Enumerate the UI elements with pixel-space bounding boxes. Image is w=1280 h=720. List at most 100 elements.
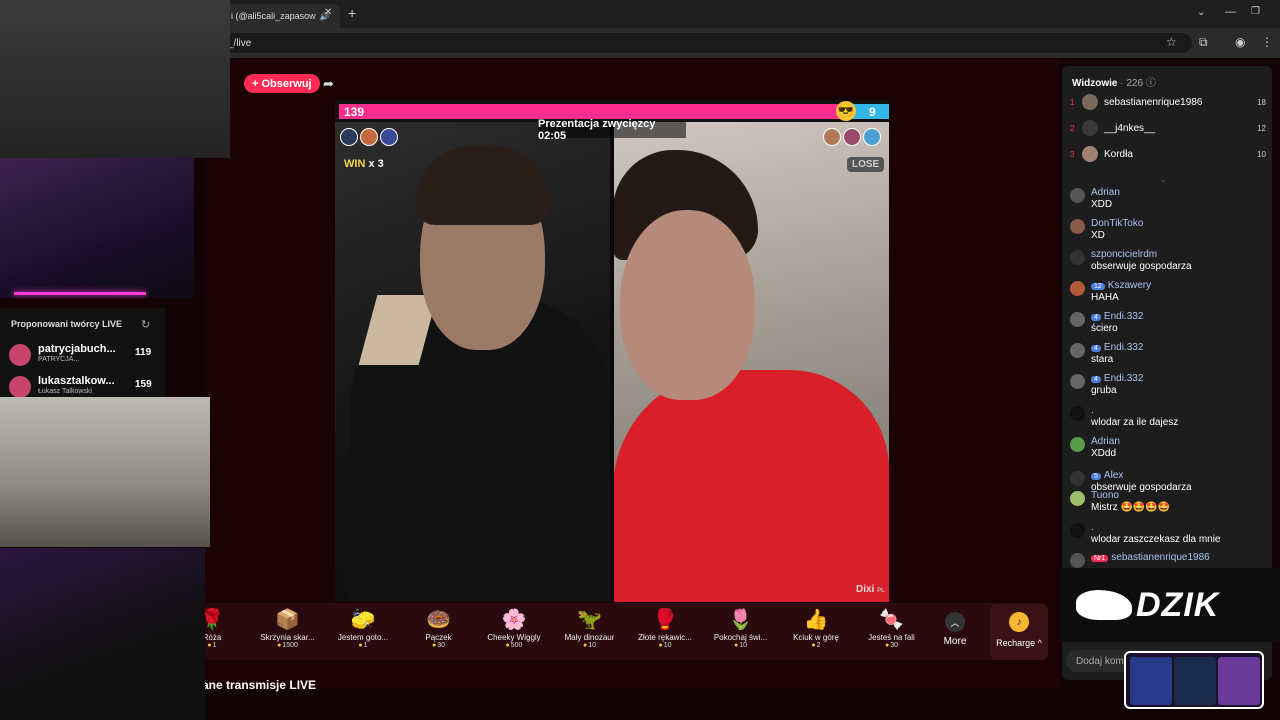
recharge-button[interactable]: ♪ Recharge ^ [990, 604, 1048, 660]
level-badge: 4 [1091, 314, 1101, 321]
follow-button[interactable]: + Obserwuj [244, 74, 320, 93]
gift-item[interactable]: 🍩 Pączek30 [402, 607, 476, 659]
chat-avatar [1070, 406, 1085, 421]
profile-icon[interactable]: ◉ [1235, 35, 1245, 49]
url-field[interactable]: _/live [222, 33, 1192, 53]
viewer-row[interactable]: 3 Kordła 10 [1070, 144, 1266, 164]
gift-icon: 🥊 [652, 609, 678, 631]
minimize-icon[interactable]: — [1225, 6, 1236, 18]
browser-tab[interactable]: i (@ali5cali_zapasow 🔊 [225, 4, 340, 28]
creator-subtitle: PATRYCJA... [38, 356, 80, 363]
game-card [1130, 657, 1172, 705]
score-left: 139 [344, 105, 365, 119]
suggested-creator[interactable]: patrycjabuch... PATRYCJA... 119 [9, 342, 154, 368]
supporter-avatar[interactable] [823, 128, 841, 146]
chat-message[interactable]: Tuono Mistrz 🤩🤩🤩🤩 [1070, 490, 1266, 518]
viewers-count: · 226 [1120, 78, 1144, 89]
gift-name: Skrzynia skar... [260, 633, 315, 642]
supporter-avatar[interactable] [360, 128, 378, 146]
chat-message[interactable]: . wlodar za ile dajesz [1070, 405, 1266, 433]
supporter-avatar[interactable] [863, 128, 881, 146]
gift-icon: 🍩 [426, 609, 451, 631]
gift-item[interactable]: 🌸 Cheeky Wiggly500 [477, 607, 551, 659]
chat-message[interactable]: 4 Endi.332 ściero [1070, 311, 1266, 339]
chat-text: gruba [1091, 385, 1117, 396]
gift-item[interactable]: 👍 Kciuk w górę2 [779, 607, 853, 659]
chat-message[interactable]: 12 Kszawery HAHA [1070, 280, 1266, 308]
gift-item[interactable]: 🧽 Jestem goto...1 [326, 607, 400, 659]
level-badge: 4 [1091, 376, 1101, 383]
viewer-avatar [1082, 120, 1098, 136]
viewer-row[interactable]: 1 sebastianenrique1986 18 [1070, 92, 1266, 112]
neon-light [14, 292, 146, 295]
chat-message[interactable]: DonTikToko XD [1070, 218, 1266, 246]
gift-item[interactable]: 🥊 Złote rękawic...10 [628, 607, 702, 659]
share-icon[interactable]: ➦ [323, 76, 334, 92]
score-bar-host [339, 104, 845, 119]
chat-username: 4 Endi.332 [1091, 342, 1143, 353]
chat-message[interactable]: . wlodar zaszczekasz dla mnie [1070, 522, 1266, 550]
tab-close-icon[interactable]: ✕ [324, 7, 332, 18]
viewer-row[interactable]: 2 __j4nkes__ 12 [1070, 118, 1266, 138]
gift-name: Złote rękawic... [638, 633, 692, 642]
right-creator-tag[interactable]: Dixi PL [856, 584, 885, 595]
chat-message[interactable]: Adrian XDdd [1070, 436, 1266, 464]
gift-price: 10 [704, 642, 778, 649]
gift-icon: 🦖 [577, 609, 602, 631]
viewer-score: 10 [1257, 149, 1266, 159]
webcam-1 [0, 0, 230, 158]
gift-price: 2 [779, 642, 853, 649]
chat-username: Adrian [1091, 436, 1120, 447]
gift-name: Kciuk w górę [793, 633, 839, 642]
webcam-2 [0, 158, 194, 298]
more-label: More [943, 636, 967, 647]
gift-price: 500 [477, 642, 551, 649]
chat-avatar [1070, 471, 1085, 486]
chat-text: obserwuje gospodarza [1091, 261, 1192, 272]
creator-name: lukasztalkow... [38, 375, 115, 387]
gift-price: 30 [402, 642, 476, 649]
gift-item[interactable]: 🌷 Pokochaj świ...10 [704, 607, 778, 659]
battle-phase-timer: Prezentacja zwycięzcy 02:05 [538, 118, 686, 142]
gift-item[interactable]: 🍬 Jesteś na fali30 [855, 607, 929, 659]
chat-avatar [1070, 312, 1085, 327]
extensions-icon[interactable]: ⧉ [1199, 35, 1208, 50]
chat-username: 4 Endi.332 [1091, 373, 1143, 384]
chat-avatar [1070, 343, 1085, 358]
chat-text: Mistrz 🤩🤩🤩🤩 [1091, 502, 1171, 513]
game-card [1174, 657, 1216, 705]
chat-username: Nr1 sebastianenrique1986 [1091, 552, 1210, 563]
info-icon[interactable]: ⓘ [1146, 78, 1156, 89]
supporter-avatar[interactable] [340, 128, 358, 146]
viewer-avatar [1082, 94, 1098, 110]
chat-message[interactable]: Adrian XDD [1070, 187, 1266, 215]
supporter-avatar[interactable] [843, 128, 861, 146]
chat-message[interactable]: 4 Endi.332 stara [1070, 342, 1266, 370]
right-top-supporters[interactable] [823, 128, 881, 146]
restore-icon[interactable]: ❐ [1251, 6, 1260, 17]
chat-username: 4 Endi.332 [1091, 311, 1143, 322]
chat-message[interactable]: 4 Endi.332 gruba [1070, 373, 1266, 401]
section-title: ane transmisje LIVE [202, 678, 317, 692]
right-creator-suffix: PL [877, 588, 885, 594]
expand-chevron-icon[interactable]: ⌄ [1160, 175, 1167, 184]
chat-message[interactable]: szponcicielrdm obserwuje gospodarza [1070, 249, 1266, 277]
gift-icon: 📦 [275, 609, 300, 631]
chat-username: Tuono [1091, 490, 1119, 501]
bookmark-star-icon[interactable]: ☆ [1166, 35, 1177, 49]
chat-username: szponcicielrdm [1091, 249, 1158, 260]
gift-name: Cheeky Wiggly [487, 633, 541, 642]
more-gifts-button[interactable]: ︿ More [935, 612, 975, 647]
refresh-icon[interactable]: ↻ [141, 318, 150, 331]
gift-item[interactable]: 🦖 Mały dinozaur10 [553, 607, 627, 659]
left-top-supporters[interactable] [340, 128, 398, 146]
supporter-avatar[interactable] [380, 128, 398, 146]
chat-text: wlodar zaszczekasz dla mnie [1091, 534, 1221, 545]
right-host-face [620, 210, 755, 400]
kebab-menu-icon[interactable]: ⋮ [1261, 35, 1273, 49]
chevron-down-icon[interactable]: ⌄ [1197, 7, 1205, 18]
viewer-name: __j4nkes__ [1104, 122, 1156, 134]
new-tab-icon[interactable]: + [348, 5, 356, 21]
chat-username: . [1091, 405, 1094, 416]
gift-item[interactable]: 📦 Skrzynia skar...1500 [251, 607, 325, 659]
